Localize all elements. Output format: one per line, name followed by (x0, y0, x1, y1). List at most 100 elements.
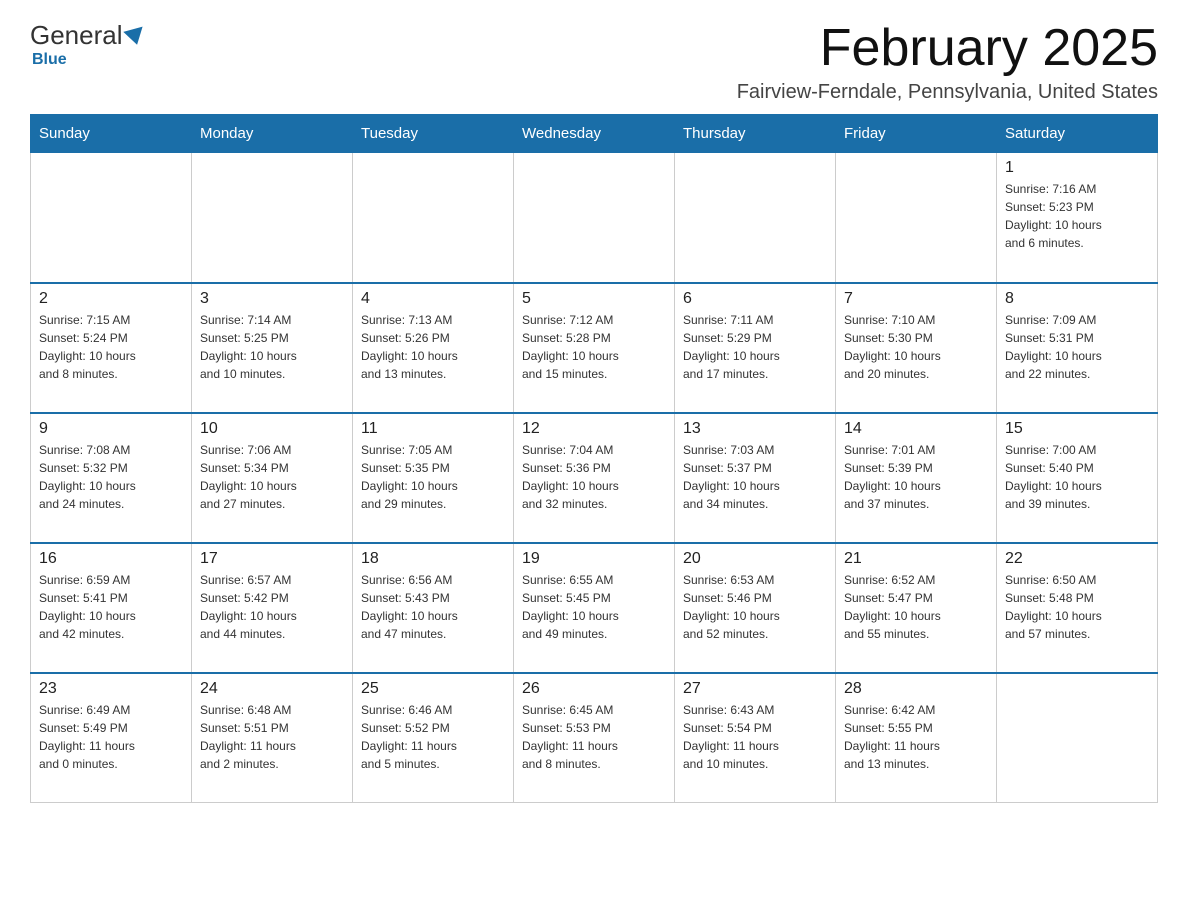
calendar-cell: 2 Sunrise: 7:15 AMSunset: 5:24 PMDaylight… (31, 283, 192, 413)
calendar-cell: 24 Sunrise: 6:48 AMSunset: 5:51 PMDayligh… (192, 673, 353, 803)
calendar-cell (675, 153, 836, 283)
day-info: Sunrise: 6:53 AMSunset: 5:46 PMDaylight:… (683, 571, 827, 643)
day-info: Sunrise: 6:50 AMSunset: 5:48 PMDaylight:… (1005, 571, 1149, 643)
day-number: 19 (522, 550, 666, 568)
logo-triangle-icon (123, 26, 146, 47)
day-info: Sunrise: 6:43 AMSunset: 5:54 PMDaylight:… (683, 701, 827, 773)
calendar-cell: 17 Sunrise: 6:57 AMSunset: 5:42 PMDayligh… (192, 543, 353, 673)
calendar-cell: 14Sunrise: 7:01 AMSunset: 5:39 PMDayligh… (836, 413, 997, 543)
calendar-week-row: 2 Sunrise: 7:15 AMSunset: 5:24 PMDaylight… (31, 283, 1158, 413)
calendar-cell: 19 Sunrise: 6:55 AMSunset: 5:45 PMDayligh… (514, 543, 675, 673)
calendar-week-row: 1 Sunrise: 7:16 AMSunset: 5:23 PMDaylight… (31, 153, 1158, 283)
day-number: 13 (683, 420, 827, 438)
calendar-cell: 3 Sunrise: 7:14 AMSunset: 5:25 PMDaylight… (192, 283, 353, 413)
day-info: Sunrise: 7:14 AMSunset: 5:25 PMDaylight:… (200, 311, 344, 383)
calendar-cell (997, 673, 1158, 803)
day-info: Sunrise: 6:52 AMSunset: 5:47 PMDaylight:… (844, 571, 988, 643)
calendar-cell: 25 Sunrise: 6:46 AMSunset: 5:52 PMDayligh… (353, 673, 514, 803)
day-number: 11 (361, 420, 505, 438)
day-info: Sunrise: 7:08 AMSunset: 5:32 PMDaylight:… (39, 441, 183, 513)
day-number: 10 (200, 420, 344, 438)
day-number: 12 (522, 420, 666, 438)
calendar-cell: 23Sunrise: 6:49 AMSunset: 5:49 PMDayligh… (31, 673, 192, 803)
weekday-header-friday: Friday (836, 115, 997, 153)
calendar-week-row: 23Sunrise: 6:49 AMSunset: 5:49 PMDayligh… (31, 673, 1158, 803)
calendar-cell: 28 Sunrise: 6:42 AMSunset: 5:55 PMDayligh… (836, 673, 997, 803)
calendar-cell: 4 Sunrise: 7:13 AMSunset: 5:26 PMDaylight… (353, 283, 514, 413)
calendar-cell (836, 153, 997, 283)
calendar-table: SundayMondayTuesdayWednesdayThursdayFrid… (30, 114, 1158, 803)
calendar-cell: 18 Sunrise: 6:56 AMSunset: 5:43 PMDayligh… (353, 543, 514, 673)
calendar-cell: 5Sunrise: 7:12 AMSunset: 5:28 PMDaylight… (514, 283, 675, 413)
day-info: Sunrise: 6:57 AMSunset: 5:42 PMDaylight:… (200, 571, 344, 643)
weekday-header-thursday: Thursday (675, 115, 836, 153)
day-number: 6 (683, 290, 827, 308)
day-info: Sunrise: 7:06 AMSunset: 5:34 PMDaylight:… (200, 441, 344, 513)
day-number: 2 (39, 290, 183, 308)
logo-general-text: General (30, 20, 123, 51)
weekday-header-tuesday: Tuesday (353, 115, 514, 153)
day-info: Sunrise: 6:46 AMSunset: 5:52 PMDaylight:… (361, 701, 505, 773)
day-info: Sunrise: 7:05 AMSunset: 5:35 PMDaylight:… (361, 441, 505, 513)
calendar-cell: 13 Sunrise: 7:03 AMSunset: 5:37 PMDayligh… (675, 413, 836, 543)
calendar-cell (353, 153, 514, 283)
calendar-cell: 9 Sunrise: 7:08 AMSunset: 5:32 PMDaylight… (31, 413, 192, 543)
calendar-cell: 8 Sunrise: 7:09 AMSunset: 5:31 PMDaylight… (997, 283, 1158, 413)
day-number: 15 (1005, 420, 1149, 438)
calendar-cell: 15Sunrise: 7:00 AMSunset: 5:40 PMDayligh… (997, 413, 1158, 543)
day-number: 3 (200, 290, 344, 308)
day-number: 1 (1005, 159, 1149, 177)
day-info: Sunrise: 7:16 AMSunset: 5:23 PMDaylight:… (1005, 180, 1149, 252)
month-title: February 2025 (737, 20, 1158, 77)
day-info: Sunrise: 6:59 AMSunset: 5:41 PMDaylight:… (39, 571, 183, 643)
logo: General Blue (30, 20, 145, 69)
calendar-week-row: 9 Sunrise: 7:08 AMSunset: 5:32 PMDaylight… (31, 413, 1158, 543)
page-header: General Blue February 2025 Fairview-Fern… (30, 20, 1158, 104)
calendar-week-row: 16Sunrise: 6:59 AMSunset: 5:41 PMDayligh… (31, 543, 1158, 673)
day-info: Sunrise: 6:56 AMSunset: 5:43 PMDaylight:… (361, 571, 505, 643)
calendar-cell: 21Sunrise: 6:52 AMSunset: 5:47 PMDayligh… (836, 543, 997, 673)
day-number: 24 (200, 680, 344, 698)
location-title: Fairview-Ferndale, Pennsylvania, United … (737, 81, 1158, 104)
calendar-cell: 22Sunrise: 6:50 AMSunset: 5:48 PMDayligh… (997, 543, 1158, 673)
day-info: Sunrise: 6:42 AMSunset: 5:55 PMDaylight:… (844, 701, 988, 773)
day-number: 17 (200, 550, 344, 568)
day-info: Sunrise: 7:12 AMSunset: 5:28 PMDaylight:… (522, 311, 666, 383)
day-info: Sunrise: 7:09 AMSunset: 5:31 PMDaylight:… (1005, 311, 1149, 383)
day-info: Sunrise: 7:15 AMSunset: 5:24 PMDaylight:… (39, 311, 183, 383)
title-section: February 2025 Fairview-Ferndale, Pennsyl… (737, 20, 1158, 104)
day-info: Sunrise: 6:48 AMSunset: 5:51 PMDaylight:… (200, 701, 344, 773)
day-number: 4 (361, 290, 505, 308)
day-info: Sunrise: 7:11 AMSunset: 5:29 PMDaylight:… (683, 311, 827, 383)
calendar-cell (192, 153, 353, 283)
day-number: 27 (683, 680, 827, 698)
calendar-cell: 27 Sunrise: 6:43 AMSunset: 5:54 PMDayligh… (675, 673, 836, 803)
day-info: Sunrise: 6:49 AMSunset: 5:49 PMDaylight:… (39, 701, 183, 773)
day-number: 28 (844, 680, 988, 698)
calendar-cell (514, 153, 675, 283)
day-info: Sunrise: 6:45 AMSunset: 5:53 PMDaylight:… (522, 701, 666, 773)
day-info: Sunrise: 7:01 AMSunset: 5:39 PMDaylight:… (844, 441, 988, 513)
day-info: Sunrise: 7:04 AMSunset: 5:36 PMDaylight:… (522, 441, 666, 513)
day-number: 18 (361, 550, 505, 568)
calendar-cell: 26 Sunrise: 6:45 AMSunset: 5:53 PMDayligh… (514, 673, 675, 803)
day-number: 20 (683, 550, 827, 568)
calendar-cell: 7 Sunrise: 7:10 AMSunset: 5:30 PMDaylight… (836, 283, 997, 413)
day-number: 9 (39, 420, 183, 438)
calendar-cell (31, 153, 192, 283)
calendar-cell: 10 Sunrise: 7:06 AMSunset: 5:34 PMDayligh… (192, 413, 353, 543)
day-info: Sunrise: 7:13 AMSunset: 5:26 PMDaylight:… (361, 311, 505, 383)
calendar-cell: 20 Sunrise: 6:53 AMSunset: 5:46 PMDayligh… (675, 543, 836, 673)
day-info: Sunrise: 7:10 AMSunset: 5:30 PMDaylight:… (844, 311, 988, 383)
day-number: 7 (844, 290, 988, 308)
day-info: Sunrise: 6:55 AMSunset: 5:45 PMDaylight:… (522, 571, 666, 643)
day-number: 8 (1005, 290, 1149, 308)
calendar-cell: 12 Sunrise: 7:04 AMSunset: 5:36 PMDayligh… (514, 413, 675, 543)
day-number: 25 (361, 680, 505, 698)
day-number: 26 (522, 680, 666, 698)
weekday-header-monday: Monday (192, 115, 353, 153)
calendar-cell: 1 Sunrise: 7:16 AMSunset: 5:23 PMDaylight… (997, 153, 1158, 283)
weekday-header-wednesday: Wednesday (514, 115, 675, 153)
weekday-header-saturday: Saturday (997, 115, 1158, 153)
day-info: Sunrise: 7:03 AMSunset: 5:37 PMDaylight:… (683, 441, 827, 513)
